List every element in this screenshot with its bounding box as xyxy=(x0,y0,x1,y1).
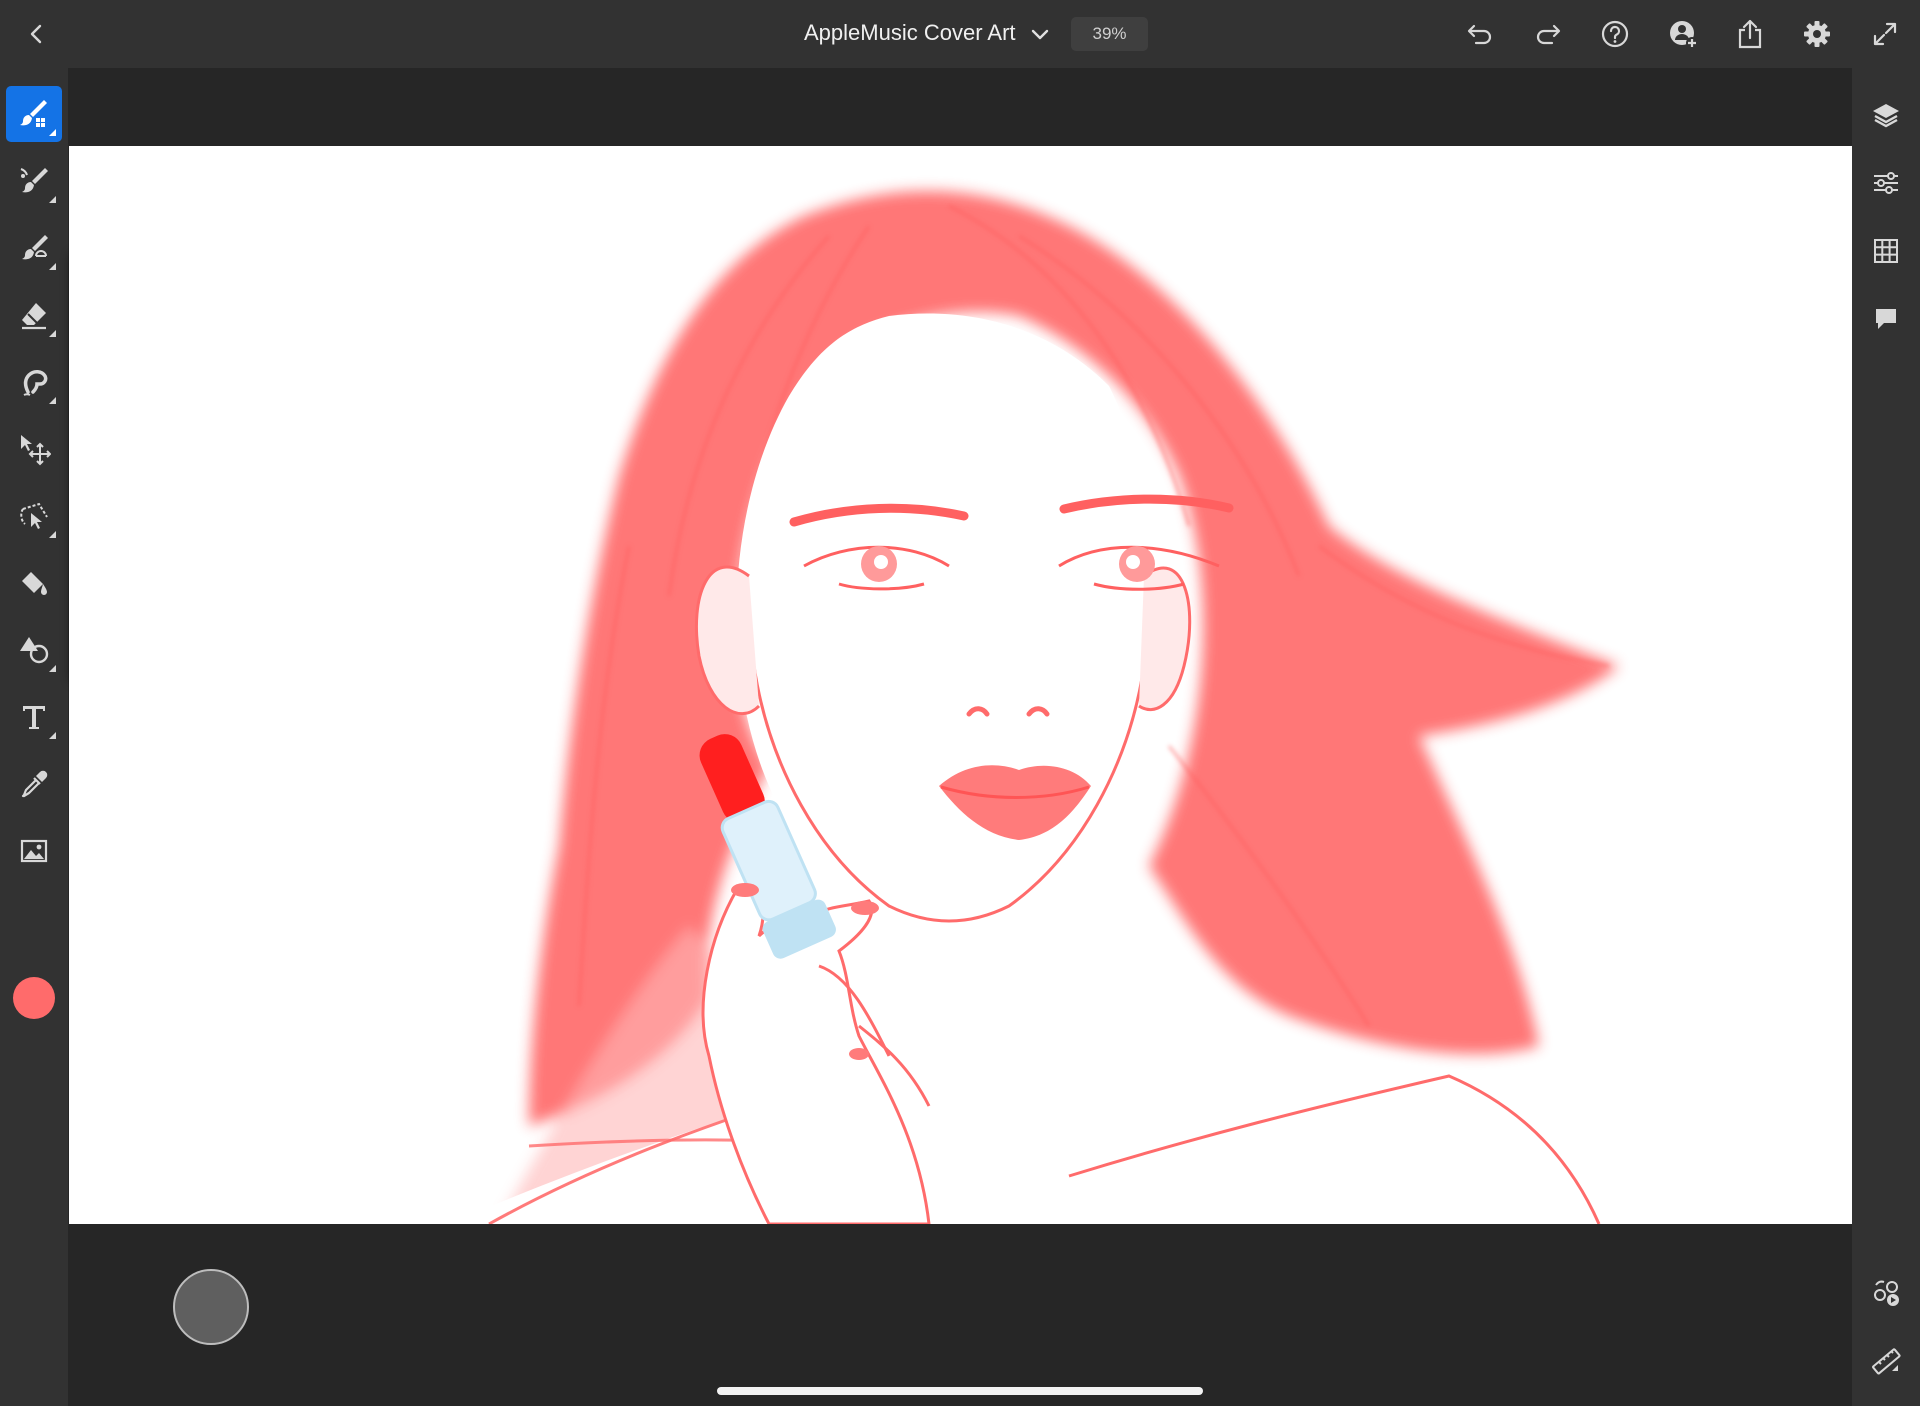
livestream-icon[interactable] xyxy=(1865,1272,1907,1314)
top-bar: AppleMusic Cover Art 39% xyxy=(0,0,1920,68)
vector-brush-icon[interactable] xyxy=(6,220,62,276)
shapes-icon[interactable] xyxy=(6,622,62,678)
comments-icon[interactable] xyxy=(1865,298,1907,340)
gear-icon[interactable] xyxy=(1800,17,1834,51)
home-indicator xyxy=(717,1387,1203,1395)
place-image-icon[interactable] xyxy=(6,823,62,879)
text-icon[interactable] xyxy=(6,689,62,745)
selection-icon[interactable] xyxy=(6,488,62,544)
fullscreen-icon[interactable] xyxy=(1868,17,1902,51)
back-icon[interactable] xyxy=(20,18,52,50)
zoom-level[interactable]: 39% xyxy=(1071,17,1148,51)
current-color-swatch[interactable] xyxy=(13,977,55,1019)
help-icon[interactable] xyxy=(1598,17,1632,51)
live-brush-icon[interactable] xyxy=(6,153,62,209)
artwork-illustration xyxy=(449,191,1619,1224)
chevron-down-icon[interactable] xyxy=(1028,22,1052,46)
pixel-brush-icon[interactable] xyxy=(6,86,62,142)
drawing-canvas[interactable] xyxy=(69,146,1852,1224)
invite-icon[interactable] xyxy=(1666,17,1700,51)
left-toolbar xyxy=(0,68,68,1406)
eyedropper-icon[interactable] xyxy=(6,756,62,812)
right-toolbar xyxy=(1852,68,1920,1406)
redo-icon[interactable] xyxy=(1531,17,1565,51)
transform-icon[interactable] xyxy=(6,421,62,477)
smudge-icon[interactable] xyxy=(6,354,62,410)
properties-icon[interactable] xyxy=(1865,162,1907,204)
touch-shortcut-button[interactable] xyxy=(173,1269,249,1345)
layers-icon[interactable] xyxy=(1865,94,1907,136)
undo-icon[interactable] xyxy=(1463,17,1497,51)
ruler-icon[interactable] xyxy=(1865,1340,1907,1382)
grid-icon[interactable] xyxy=(1865,230,1907,272)
fill-icon[interactable] xyxy=(6,555,62,611)
document-title[interactable]: AppleMusic Cover Art xyxy=(804,20,1016,46)
share-icon[interactable] xyxy=(1733,17,1767,51)
eraser-icon[interactable] xyxy=(6,287,62,343)
